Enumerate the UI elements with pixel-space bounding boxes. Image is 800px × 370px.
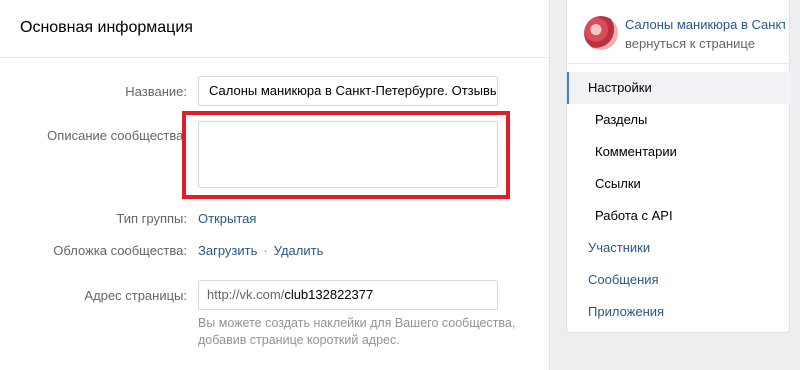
highlight-frame [182,111,510,199]
menu-item-apps[interactable]: Приложения [567,296,791,328]
menu-item-sections[interactable]: Разделы [567,104,791,136]
group-type-label: Тип группы: [116,211,187,226]
address-hint: Вы можете создать наклейки для Вашего со… [198,316,516,347]
cover-label: Обложка сообщества: [53,243,187,258]
menu-item-links[interactable]: Ссылки [567,168,791,200]
settings-panel: Основная информация Название: Салоны ман… [0,0,550,370]
address-prefix: http://vk.com/ [207,287,285,302]
panel-header: Основная информация [0,0,549,58]
cover-actions: Загрузить · Удалить [198,243,323,258]
sidebar: Салоны маникюра в Санкт-Петербурге. Отзы… [566,0,791,333]
name-input[interactable]: Салоны маникюра в Санкт-Петербурге. Отзы… [198,76,498,106]
menu-item-api[interactable]: Работа с API [567,200,791,232]
cover-delete-link[interactable]: Удалить [274,243,324,258]
address-label: Адрес страницы: [84,288,187,303]
address-input[interactable]: http://vk.com/club132822377 [198,280,498,310]
page-title: Основная информация [20,19,193,36]
menu-item-settings[interactable]: Настройки [567,72,791,104]
address-value[interactable]: club132822377 [284,287,373,302]
menu-item-comments[interactable]: Комментарии [567,136,791,168]
group-header[interactable]: Салоны маникюра в Санкт-Петербурге. Отзы… [567,0,791,64]
description-label: Описание сообщества: [47,128,187,143]
cover-separator: · [263,243,268,258]
menu-item-messages[interactable]: Сообщения [567,264,791,296]
group-name-link[interactable]: Салоны маникюра в Санкт-Петербурге. Отзы… [625,17,785,32]
back-to-page-link[interactable]: вернуться к странице [625,36,755,51]
group-type-link[interactable]: Открытая [198,211,256,226]
name-label: Название: [125,84,187,99]
group-avatar[interactable] [584,16,618,50]
cover-upload-link[interactable]: Загрузить [198,243,257,258]
menu-item-members[interactable]: Участники [567,232,791,264]
